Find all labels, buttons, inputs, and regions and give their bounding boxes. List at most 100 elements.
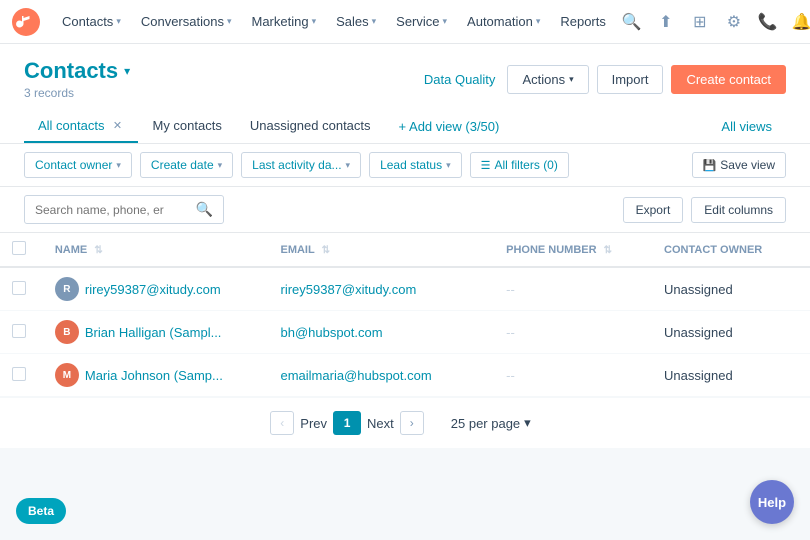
tab-unassigned-contacts[interactable]: Unassigned contacts — [236, 110, 385, 143]
search-icon: 🔍 — [196, 201, 213, 218]
per-page-selector[interactable]: 25 per page ▾ — [442, 410, 540, 436]
page-title: Contacts — [24, 58, 118, 84]
apps-icon-button[interactable]: ⊞ — [684, 6, 716, 38]
save-icon: 💾 — [703, 159, 717, 172]
nav-marketing[interactable]: Marketing ▾ — [241, 0, 326, 44]
nav-marketing-chevron: ▾ — [312, 16, 317, 27]
contact-name-link-1[interactable]: Brian Halligan (Sampl... — [85, 325, 222, 340]
add-view-button[interactable]: + Add view (3/50) — [385, 111, 514, 142]
row-owner-cell: Unassigned — [652, 311, 810, 354]
contact-email-link-1[interactable]: bh@hubspot.com — [280, 325, 382, 340]
row-checkbox-cell — [0, 267, 43, 311]
owner-value-1: Unassigned — [664, 325, 733, 340]
page-header: Contacts ▾ 3 records Data Quality Action… — [0, 44, 810, 144]
create-date-chevron-icon: ▾ — [218, 160, 223, 171]
contact-avatar-1: B — [55, 320, 79, 344]
filters-bar: Contact owner ▾ Create date ▾ Last activ… — [0, 144, 810, 187]
row-email-cell: rirey59387@xitudy.com — [268, 267, 494, 311]
owner-value-2: Unassigned — [664, 368, 733, 383]
contact-avatar-0: R — [55, 277, 79, 301]
current-page-number: 1 — [333, 411, 361, 435]
row-name-cell: B Brian Halligan (Sampl... — [43, 311, 269, 354]
contact-avatar-2: M — [55, 363, 79, 387]
header-actions: Data Quality Actions ▾ Import Create con… — [424, 65, 786, 94]
data-quality-link[interactable]: Data Quality — [424, 72, 496, 87]
all-views-link[interactable]: All views — [707, 111, 786, 142]
contact-name-link-0[interactable]: rirey59387@xitudy.com — [85, 282, 221, 297]
nav-items: Contacts ▾ Conversations ▾ Marketing ▾ S… — [52, 0, 616, 44]
nav-conversations[interactable]: Conversations ▾ — [131, 0, 242, 44]
export-button[interactable]: Export — [623, 197, 684, 223]
email-column-header[interactable]: EMAIL ⇅ — [268, 233, 494, 267]
page-title-dropdown-icon[interactable]: ▾ — [124, 64, 130, 78]
contacts-table: NAME ⇅ EMAIL ⇅ PHONE NUMBER ⇅ CONTACT OW… — [0, 233, 810, 397]
page-header-top: Contacts ▾ 3 records Data Quality Action… — [24, 58, 786, 110]
nav-sales[interactable]: Sales ▾ — [326, 0, 386, 44]
email-sort-icon: ⇅ — [322, 245, 330, 256]
top-navigation: Contacts ▾ Conversations ▾ Marketing ▾ S… — [0, 0, 810, 44]
name-sort-icon: ⇅ — [94, 245, 102, 256]
upgrade-icon-button[interactable]: ⬆ — [650, 6, 682, 38]
owner-value-0: Unassigned — [664, 282, 733, 297]
actions-chevron-icon: ▾ — [569, 74, 574, 85]
row-owner-cell: Unassigned — [652, 267, 810, 311]
nav-automation[interactable]: Automation ▾ — [457, 0, 550, 44]
hubspot-logo[interactable] — [12, 8, 40, 36]
prev-page-button[interactable]: ‹ — [270, 411, 294, 435]
page-title-area: Contacts ▾ 3 records — [24, 58, 130, 100]
table-header-row: NAME ⇅ EMAIL ⇅ PHONE NUMBER ⇅ CONTACT OW… — [0, 233, 810, 267]
help-badge[interactable]: Help — [750, 480, 794, 524]
owner-column-header: CONTACT OWNER — [652, 233, 810, 267]
all-filters-button[interactable]: ☰ All filters (0) — [470, 152, 569, 178]
import-button[interactable]: Import — [597, 65, 664, 94]
select-all-header — [0, 233, 43, 267]
nav-reports[interactable]: Reports — [550, 0, 616, 44]
prev-label: Prev — [300, 416, 327, 431]
toolbar-right: Export Edit columns — [623, 197, 786, 223]
save-view-button[interactable]: 💾 Save view — [692, 152, 786, 178]
select-all-checkbox[interactable] — [12, 241, 26, 255]
notifications-icon-button[interactable]: 🔔 — [786, 6, 810, 38]
actions-button[interactable]: Actions ▾ — [507, 65, 588, 94]
contact-name-link-2[interactable]: Maria Johnson (Samp... — [85, 368, 223, 383]
nav-contacts-chevron: ▾ — [116, 16, 121, 27]
table-row: M Maria Johnson (Samp... emailmaria@hubs… — [0, 354, 810, 397]
filter-icon: ☰ — [481, 159, 491, 172]
search-input[interactable] — [35, 203, 190, 217]
phone-value-1: -- — [506, 325, 515, 340]
tab-all-contacts-close-icon[interactable]: ✕ — [110, 119, 124, 133]
tab-all-contacts[interactable]: All contacts ✕ — [24, 110, 138, 143]
nav-service[interactable]: Service ▾ — [386, 0, 457, 44]
nav-contacts[interactable]: Contacts ▾ — [52, 0, 131, 44]
row-checkbox-cell — [0, 354, 43, 397]
row-owner-cell: Unassigned — [652, 354, 810, 397]
contact-email-link-0[interactable]: rirey59387@xitudy.com — [280, 282, 416, 297]
search-icon-button[interactable]: 🔍 — [616, 6, 648, 38]
row-checkbox-0[interactable] — [12, 281, 26, 295]
contact-owner-filter[interactable]: Contact owner ▾ — [24, 152, 132, 178]
beta-badge[interactable]: Beta — [16, 498, 66, 524]
row-phone-cell: -- — [494, 354, 652, 397]
nav-automation-chevron: ▾ — [536, 16, 541, 27]
row-checkbox-2[interactable] — [12, 367, 26, 381]
nav-service-chevron: ▾ — [443, 16, 448, 27]
phone-column-header[interactable]: PHONE NUMBER ⇅ — [494, 233, 652, 267]
row-phone-cell: -- — [494, 311, 652, 354]
settings-icon-button[interactable]: ⚙ — [718, 6, 750, 38]
records-count: 3 records — [24, 86, 130, 100]
next-page-button[interactable]: › — [400, 411, 424, 435]
tab-my-contacts[interactable]: My contacts — [138, 110, 235, 143]
toolbar: 🔍 Export Edit columns — [0, 187, 810, 233]
row-email-cell: bh@hubspot.com — [268, 311, 494, 354]
row-checkbox-1[interactable] — [12, 324, 26, 338]
contact-email-link-2[interactable]: emailmaria@hubspot.com — [280, 368, 431, 383]
edit-columns-button[interactable]: Edit columns — [691, 197, 786, 223]
calls-icon-button[interactable]: 📞 — [752, 6, 784, 38]
nav-sales-chevron: ▾ — [372, 16, 377, 27]
name-column-header[interactable]: NAME ⇅ — [43, 233, 269, 267]
lead-status-filter[interactable]: Lead status ▾ — [369, 152, 462, 178]
create-contact-button[interactable]: Create contact — [671, 65, 786, 94]
create-date-filter[interactable]: Create date ▾ — [140, 152, 233, 178]
last-activity-filter[interactable]: Last activity da... ▾ — [241, 152, 361, 178]
nav-conversations-chevron: ▾ — [227, 16, 232, 27]
